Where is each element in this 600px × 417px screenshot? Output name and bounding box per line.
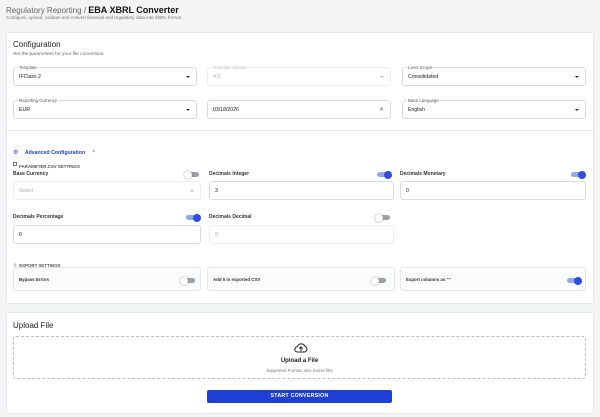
level-scope-select[interactable]: Level Scope Consolidated xyxy=(402,65,586,86)
chevron-down-icon xyxy=(575,75,579,78)
chevron-down-icon xyxy=(575,108,579,111)
template-version-select: Template Version 4.0 xyxy=(207,65,391,86)
page-subtitle: Configure, upload, validate and convert … xyxy=(6,15,183,20)
decimals-percentage-input[interactable]: 0 xyxy=(13,225,201,244)
base-language-value: English xyxy=(408,106,426,113)
export-columns-panel: Export columns as "" xyxy=(400,267,586,291)
chevron-down-icon xyxy=(190,189,194,192)
toggle-knob xyxy=(184,170,192,179)
add-zero-toggle[interactable] xyxy=(371,276,386,285)
template-select[interactable]: Template IFClass 2 xyxy=(13,65,197,86)
upload-drop-hint: Supported Format: xlsx (excel file) xyxy=(266,368,333,373)
decimals-monetary-input[interactable]: 0 xyxy=(400,181,586,200)
decimals-decimal-label: Decimals Decimal xyxy=(209,214,252,220)
template-version-label: Template Version xyxy=(212,65,248,70)
toggle-knob xyxy=(180,276,188,285)
decimals-monetary-label: Decimals Monetary xyxy=(400,171,446,177)
reporting-currency-value: EUR xyxy=(19,106,30,113)
decimals-integer-input[interactable]: 3 xyxy=(209,181,394,200)
base-language-label: Base Language xyxy=(407,98,440,103)
breadcrumb: Regulatory Reporting / EBA XBRL Converte… xyxy=(6,5,179,15)
base-currency-select: Select xyxy=(13,181,201,200)
add-zero-label: Add 0 in exported CSV xyxy=(213,277,261,282)
decimals-decimal-value: 0 xyxy=(215,231,218,238)
parameter-settings-label: PARAMETER.CSV SETTINGS xyxy=(19,164,80,169)
level-scope-label: Level Scope xyxy=(407,65,434,70)
breadcrumb-parent[interactable]: Regulatory Reporting xyxy=(6,6,82,15)
bypass-errors-label: Bypass Errors xyxy=(19,277,50,282)
configuration-hint: Set the parameters for your file convers… xyxy=(13,52,104,57)
toggle-knob xyxy=(384,170,392,179)
decimals-decimal-input: 0 xyxy=(209,225,394,244)
export-columns-label: Export columns as "" xyxy=(406,277,451,282)
template-version-value: 4.0 xyxy=(213,73,221,80)
toggle-knob xyxy=(578,170,586,179)
reference-date-input[interactable]: 03/18/2026 ✕ xyxy=(207,100,391,119)
decimals-decimal-toggle[interactable] xyxy=(375,213,390,222)
toggle-knob xyxy=(371,276,379,285)
base-language-select[interactable]: Base Language English xyxy=(402,98,586,119)
bypass-errors-toggle[interactable] xyxy=(180,276,195,285)
chevron-down-icon xyxy=(380,75,384,78)
base-currency-toggle[interactable] xyxy=(184,170,199,179)
decimals-monetary-value: 0 xyxy=(406,187,409,194)
add-zero-panel: Add 0 in exported CSV xyxy=(207,267,395,291)
decimals-percentage-value: 0 xyxy=(19,231,22,238)
toggle-knob xyxy=(574,276,582,285)
divider xyxy=(6,130,594,131)
decimals-integer-label: Decimals Integer xyxy=(209,171,250,177)
chevron-down-icon xyxy=(186,75,190,78)
page-title: EBA XBRL Converter xyxy=(88,5,179,15)
toggle-knob xyxy=(193,213,201,222)
upload-drop-title: Upload a File xyxy=(280,358,319,364)
decimals-percentage-toggle[interactable] xyxy=(186,213,201,222)
decimals-integer-value: 3 xyxy=(215,187,218,194)
reporting-currency-label: Reporting Currency xyxy=(18,98,59,103)
base-currency-placeholder: Select xyxy=(19,187,34,194)
document-icon xyxy=(13,161,17,166)
advanced-configuration-toggle[interactable]: ⚙ Advanced Configuration ⌃ xyxy=(13,141,96,156)
decimals-integer-toggle[interactable] xyxy=(377,170,392,179)
upload-dropzone[interactable]: Upload a File Supported Format: xlsx (ex… xyxy=(13,336,586,379)
chevron-up-icon: ⌃ xyxy=(91,150,96,156)
close-icon[interactable]: ✕ xyxy=(379,107,384,113)
export-columns-toggle[interactable] xyxy=(567,276,582,285)
reference-date-value: 03/18/2026 xyxy=(213,106,239,113)
start-conversion-button[interactable]: START CONVERSION xyxy=(207,390,392,403)
cloud-upload-icon xyxy=(294,343,308,353)
chevron-down-icon xyxy=(186,108,190,111)
toggle-knob xyxy=(375,213,383,222)
template-label: Template xyxy=(18,65,38,70)
upload-title: Upload File xyxy=(13,321,54,330)
reporting-currency-select[interactable]: Reporting Currency EUR xyxy=(13,98,197,119)
decimals-monetary-toggle[interactable] xyxy=(571,170,586,179)
decimals-percentage-label: Decimals Percentage xyxy=(13,214,64,220)
bypass-errors-panel: Bypass Errors xyxy=(13,267,201,291)
level-scope-value: Consolidated xyxy=(408,73,439,80)
base-currency-label: Base Currency xyxy=(13,171,49,177)
configuration-title: Configuration xyxy=(13,40,61,49)
template-value: IFClass 2 xyxy=(19,73,41,80)
